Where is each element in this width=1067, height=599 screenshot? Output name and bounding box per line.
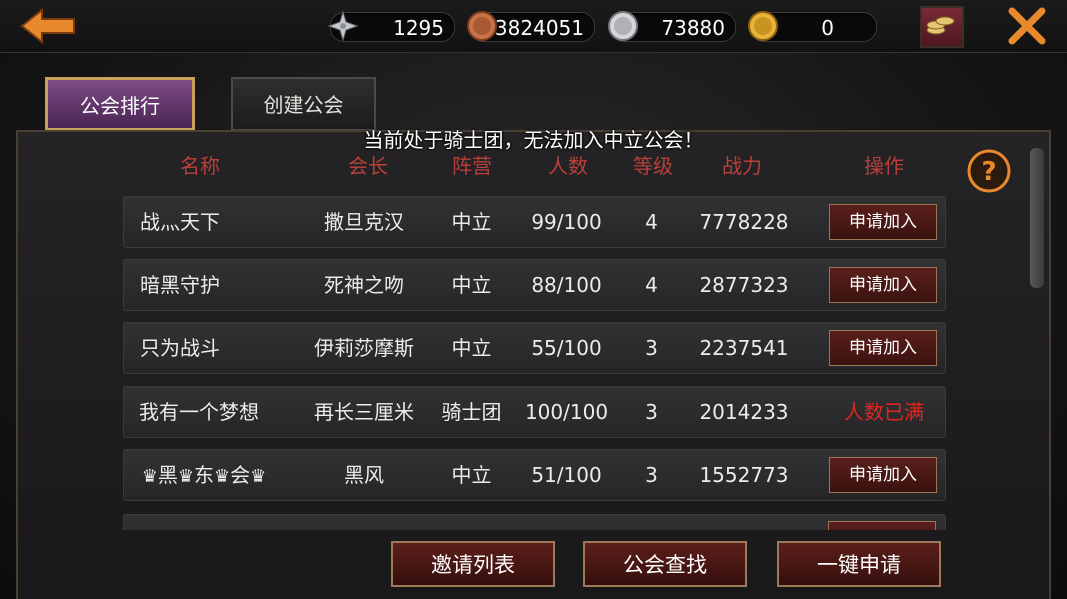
guild-member-count: 100/100	[524, 400, 609, 424]
svg-text:?: ?	[981, 157, 996, 187]
guild-camp: 中立	[451, 273, 492, 297]
silver-value: 73880	[661, 16, 725, 40]
guild-power: 2877323	[699, 273, 789, 297]
guild-camp: 中立	[451, 336, 492, 360]
guild-member-count: 51/100	[531, 463, 602, 487]
invite-list-button[interactable]: 邀请列表	[391, 541, 555, 587]
header-name: 名称	[180, 154, 220, 178]
resource-cross-points: 1295	[327, 10, 455, 42]
top-bar: 1295 3824051 73880 0	[0, 0, 1067, 53]
guild-row: 只为战斗 伊莉莎摩斯 中立 55/100 3 2237541 申请加入	[123, 322, 946, 374]
header-level: 等级	[633, 154, 673, 178]
guild-level: 4	[645, 273, 658, 297]
header-action: 操作	[864, 154, 904, 178]
guild-name: 暗黑守护	[140, 273, 220, 297]
guild-row-partial	[123, 514, 946, 530]
back-arrow-icon[interactable]	[18, 6, 78, 46]
guild-leader: 黑风	[344, 463, 384, 487]
crown-icon: ♛	[214, 466, 231, 487]
guild-level: 3	[645, 463, 658, 487]
guild-power: 7778228	[699, 210, 789, 234]
camp-notice: 当前处于骑士团，无法加入中立公会！	[363, 128, 704, 152]
help-icon[interactable]: ?	[966, 148, 1012, 194]
guild-name: 战灬天下	[140, 210, 220, 234]
guild-member-count: 55/100	[531, 336, 602, 360]
tab-create-guild[interactable]: 创建公会	[231, 77, 376, 131]
guild-row: 战灬天下 撒旦克汉 中立 99/100 4 7778228 申请加入	[123, 196, 946, 248]
copper-value: 3824051	[494, 16, 584, 40]
apply-join-button[interactable]: 申请加入	[829, 267, 937, 303]
guild-row: 我有一个梦想 再长三厘米 骑士团 100/100 3 2014233 人数已满	[123, 386, 946, 438]
guild-leader: 再长三厘米	[314, 400, 414, 424]
coin-stack-icon[interactable]	[920, 6, 964, 48]
apply-join-button[interactable]: 申请加入	[829, 330, 937, 366]
guild-full-label: 人数已满	[844, 400, 924, 424]
list-scrollbar[interactable]	[1030, 148, 1044, 288]
guild-camp: 中立	[451, 210, 492, 234]
gold-coin-icon	[747, 10, 779, 42]
guild-name: ♛黑♛东♛会♛	[141, 463, 267, 487]
guild-leader: 伊莉莎摩斯	[314, 336, 414, 360]
guild-camp: 中立	[451, 463, 492, 487]
cross-emblem-icon	[327, 10, 359, 42]
gold-value: 0	[821, 16, 834, 40]
crown-icon: ♛	[141, 466, 158, 487]
copper-coin-icon	[466, 10, 498, 42]
guild-power: 2237541	[699, 336, 789, 360]
guild-camp: 骑士团	[441, 400, 502, 424]
guild-level: 3	[645, 336, 658, 360]
tab-guild-ranking[interactable]: 公会排行	[45, 77, 195, 131]
guild-level: 4	[645, 210, 658, 234]
guild-name: 只为战斗	[140, 336, 220, 360]
guild-row: ♛黑♛东♛会♛ 黑风 中立 51/100 3 1552773 申请加入	[123, 449, 946, 501]
apply-join-button[interactable]: 申请加入	[829, 204, 937, 240]
resource-copper: 3824051	[466, 10, 595, 42]
close-icon[interactable]	[1007, 6, 1047, 46]
cross-points-value: 1295	[393, 16, 444, 40]
guild-search-button[interactable]: 公会查找	[583, 541, 747, 587]
resource-silver: 73880	[607, 10, 736, 42]
header-leader: 会长	[348, 154, 388, 178]
header-power: 战力	[722, 154, 762, 178]
guild-leader: 撒旦克汉	[324, 210, 404, 234]
crown-icon: ♛	[177, 466, 194, 487]
guild-row: 暗黑守护 死神之吻 中立 88/100 4 2877323 申请加入	[123, 259, 946, 311]
header-camp: 阵营	[452, 154, 492, 178]
silver-coin-icon	[607, 10, 639, 42]
crown-icon: ♛	[250, 466, 267, 487]
guild-member-count: 88/100	[531, 273, 602, 297]
resource-gold: 0	[747, 10, 877, 42]
guild-leader: 死神之吻	[324, 273, 404, 297]
guild-member-count: 99/100	[531, 210, 602, 234]
header-count: 人数	[548, 154, 588, 178]
guild-power: 1552773	[699, 463, 789, 487]
guild-power: 2014233	[699, 400, 789, 424]
guild-level: 3	[645, 400, 658, 424]
guild-name: 我有一个梦想	[139, 400, 259, 424]
quick-apply-button[interactable]: 一键申请	[777, 541, 941, 587]
apply-join-button[interactable]: 申请加入	[829, 457, 937, 493]
